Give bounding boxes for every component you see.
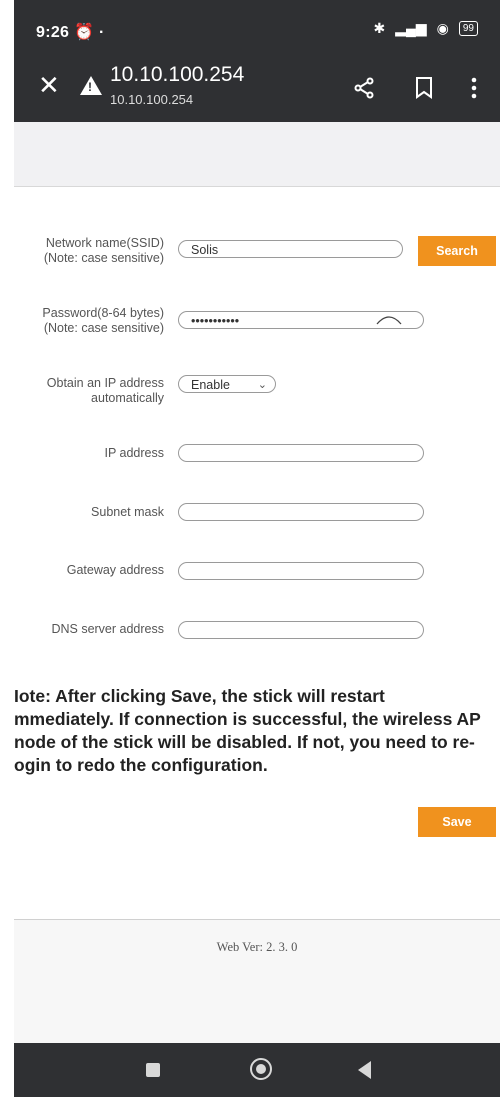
ip-input[interactable] — [178, 444, 424, 462]
dns-label: DNS server address — [51, 622, 164, 636]
chevron-down-icon: ⌄ — [257, 379, 267, 391]
status-time: 9:26 ⏰ · — [36, 24, 105, 41]
dhcp-label: Obtain an IP address automatically — [46, 376, 164, 405]
footer: Web Ver: 2. 3. 0 — [14, 919, 500, 1044]
notification-icon: · — [98, 24, 105, 41]
share-icon[interactable] — [352, 76, 376, 104]
web-version: Web Ver: 2. 3. 0 — [216, 940, 298, 954]
url-subtitle: 10.10.100.254 — [110, 92, 194, 107]
dns-input[interactable] — [178, 621, 424, 639]
status-icons: ✱ ▂▄▆ ◉ 99 — [373, 20, 478, 37]
bluetooth-icon: ✱ — [373, 20, 386, 36]
password-label: Password(8-64 bytes) (Note: case sensitiv… — [42, 306, 164, 335]
ssid-label: Network name(SSID) (Note: case sensitive) — [43, 236, 164, 265]
page-header-strip — [14, 122, 500, 187]
gateway-input[interactable] — [178, 562, 424, 580]
url-title[interactable]: 10.10.100.254 — [110, 63, 244, 87]
ip-label: IP address — [104, 446, 164, 460]
android-nav-bar — [14, 1043, 500, 1097]
recents-icon[interactable] — [146, 1063, 160, 1077]
home-icon[interactable] — [250, 1058, 272, 1080]
dhcp-select-value: Enable — [191, 378, 230, 392]
browser-chrome: 9:26 ⏰ · ✱ ▂▄▆ ◉ 99 ✕ ! 10.10.100.254 10… — [14, 0, 500, 122]
save-button[interactable]: Save — [418, 807, 496, 837]
more-menu-icon[interactable] — [470, 76, 478, 104]
loading-arc-icon — [376, 316, 402, 325]
search-button[interactable]: Search — [418, 236, 496, 266]
subnet-input[interactable] — [178, 503, 424, 521]
dhcp-select[interactable]: Enable ⌄ — [178, 375, 276, 393]
password-value: ••••••••••• — [191, 314, 240, 328]
battery-icon: 99 — [458, 21, 478, 36]
ssid-input[interactable]: Solis — [178, 240, 403, 258]
wifi-icon: ◉ — [436, 20, 449, 36]
alarm-icon: ⏰ — [73, 24, 95, 41]
gateway-label: Gateway address — [66, 563, 164, 577]
bookmark-icon[interactable] — [414, 76, 434, 104]
back-icon[interactable] — [358, 1061, 371, 1079]
password-input[interactable]: ••••••••••• — [178, 311, 424, 329]
warning-mark: ! — [88, 80, 92, 94]
subnet-label: Subnet mask — [91, 505, 164, 519]
restart-note: Іote: After clicking Save, the stick wil… — [14, 686, 481, 775]
signal-icon: ▂▄▆ — [395, 20, 427, 36]
close-icon[interactable]: ✕ — [38, 72, 60, 98]
